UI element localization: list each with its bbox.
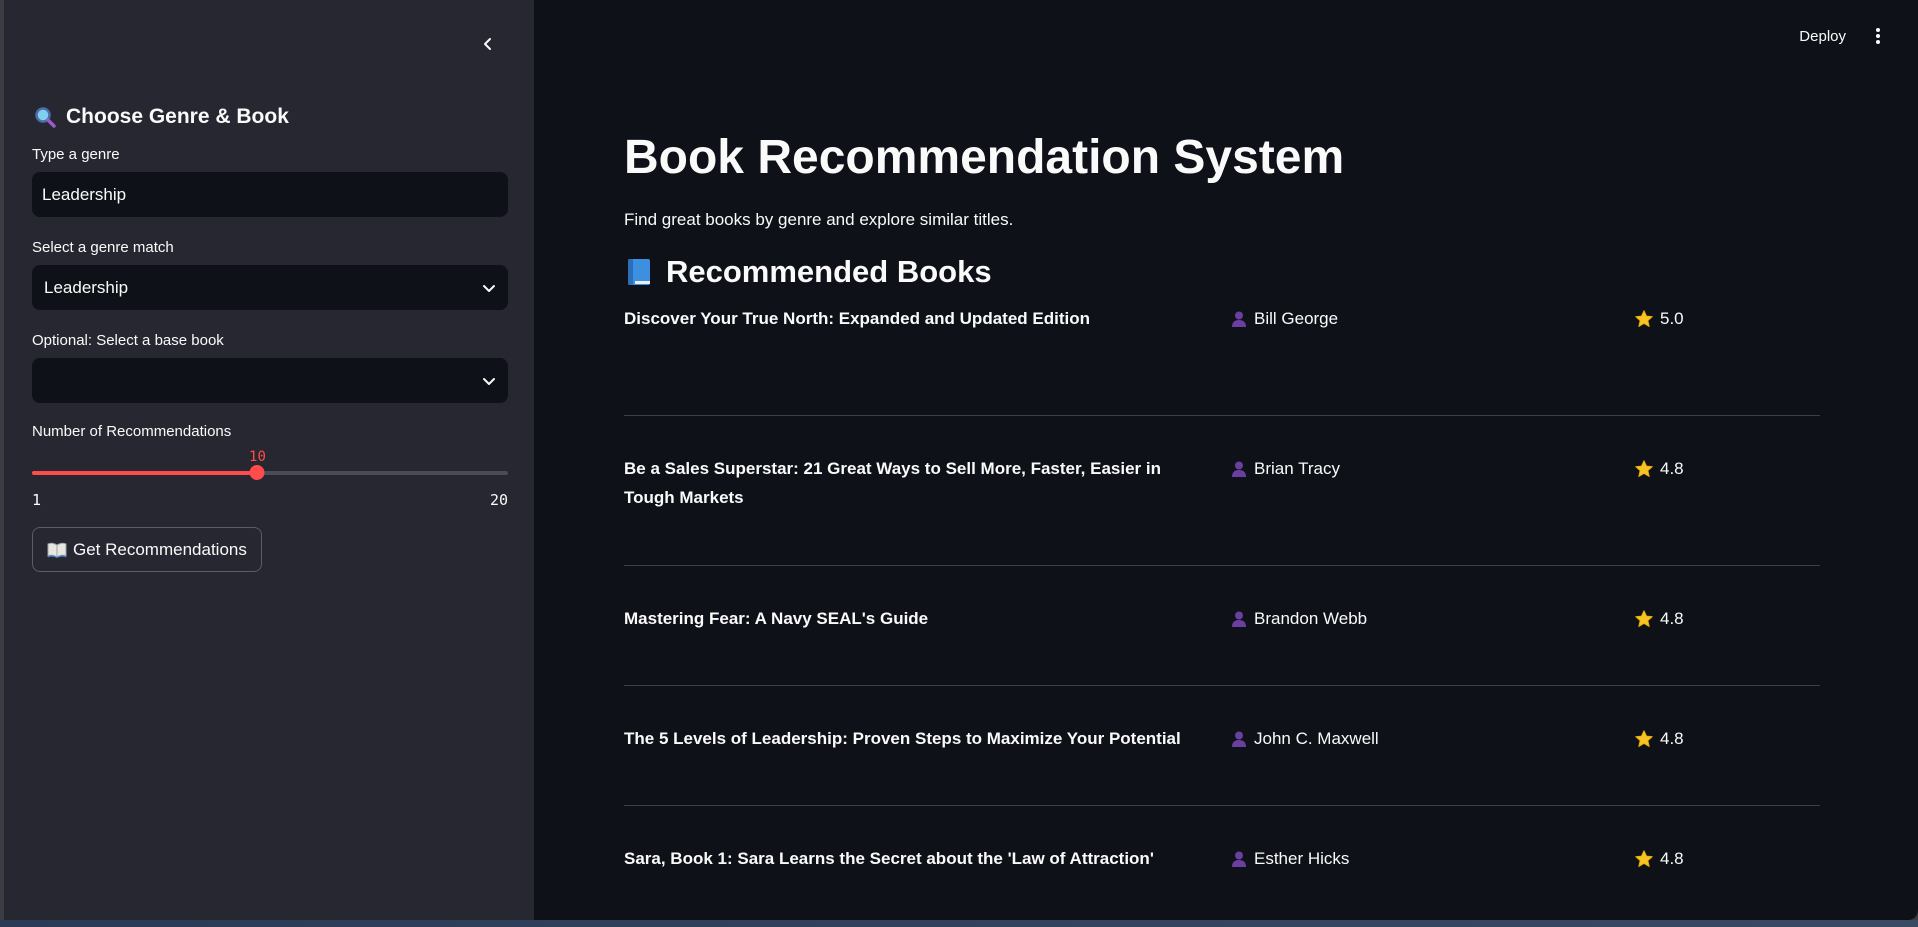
blue-book-icon — [628, 259, 650, 285]
book-rating-value: 4.8 — [1660, 609, 1684, 628]
sidebar-title: Choose Genre & Book — [32, 104, 508, 130]
book-rating-value: 4.8 — [1660, 459, 1684, 478]
book-rating: 4.8 — [1634, 454, 1684, 483]
book-author-name: Bill George — [1254, 309, 1339, 328]
chevron-down-icon — [483, 284, 495, 292]
person-icon — [1232, 311, 1246, 327]
genre-select-value: Leadership — [44, 277, 129, 297]
book-title: Be a Sales Superstar: 21 Great Ways to S… — [624, 459, 1161, 507]
book-rating-value: 5.0 — [1660, 309, 1684, 328]
page-title: Book Recommendation System — [624, 131, 1345, 184]
star-icon — [1635, 309, 1653, 327]
book-author: Bill George — [1230, 304, 1338, 333]
person-icon — [1232, 461, 1246, 477]
base-book-select[interactable] — [32, 358, 508, 403]
slider-max: 20 — [489, 491, 508, 509]
star-icon — [1635, 849, 1653, 867]
book-title: Discover Your True North: Expanded and U… — [624, 309, 1090, 328]
collapse-sidebar-button[interactable] — [474, 30, 502, 58]
sidebar-title-text: Choose Genre & Book — [66, 105, 289, 128]
vertical-dots-icon — [1876, 28, 1880, 44]
app-window: Choose Genre & Book Type a genre Leaders… — [0, 0, 1918, 920]
slider-value: 10 — [249, 449, 266, 465]
chevron-left-icon — [484, 38, 491, 50]
magnifier-icon — [32, 104, 58, 130]
book-rating: 4.8 — [1634, 844, 1684, 873]
genre-select[interactable]: Leadership — [32, 265, 508, 310]
book-title: The 5 Levels of Leadership: Proven Steps… — [624, 729, 1181, 748]
book-author-name: Brandon Webb — [1254, 609, 1368, 628]
person-icon — [1232, 731, 1246, 747]
page-subtitle: Find great books by genre and explore si… — [624, 210, 1014, 229]
sidebar-content: Choose Genre & Book Type a genre Leaders… — [32, 104, 508, 572]
book-title: Mastering Fear: A Navy SEAL's Guide — [624, 609, 929, 628]
star-icon — [1635, 729, 1653, 747]
book-author-name: Brian Tracy — [1254, 459, 1340, 478]
slider-track[interactable] — [32, 471, 508, 475]
taskbar-strip — [0, 920, 1918, 927]
sidebar: Choose Genre & Book Type a genre Leaders… — [0, 0, 534, 920]
genre-select-label: Select a genre match — [32, 239, 174, 256]
slider-fill — [32, 471, 258, 475]
book-rating-value: 4.8 — [1660, 729, 1684, 748]
book-author: Brian Tracy — [1230, 454, 1340, 483]
recommendations-slider[interactable]: 10 1 20 — [32, 449, 508, 515]
book-author: Esther Hicks — [1230, 844, 1349, 873]
main-menu-button[interactable] — [1868, 26, 1888, 46]
genre-input-label: Type a genre — [32, 146, 120, 163]
genre-input-value: Leadership — [42, 184, 127, 204]
slider-thumb[interactable] — [249, 465, 265, 480]
base-book-select-label: Optional: Select a base book — [32, 332, 224, 349]
get-recommendations-button[interactable]: Get Recommendations — [32, 527, 262, 572]
book-rating: 5.0 — [1634, 304, 1684, 333]
book-author-name: Esther Hicks — [1254, 849, 1350, 868]
topbar: Deploy — [1799, 26, 1888, 46]
person-icon — [1232, 851, 1246, 867]
book-title: Sara, Book 1: Sara Learns the Secret abo… — [624, 849, 1154, 868]
star-icon — [1635, 609, 1653, 627]
book-author: John C. Maxwell — [1230, 724, 1379, 753]
open-book-icon — [47, 542, 67, 558]
book-row: Be a Sales Superstar: 21 Great Ways to S… — [624, 416, 1820, 566]
book-list: Discover Your True North: Expanded and U… — [624, 296, 1820, 920]
slider-label: Number of Recommendations — [32, 423, 232, 440]
main-content: Book Recommendation System Find great bo… — [624, 128, 1820, 920]
book-author-name: John C. Maxwell — [1254, 729, 1379, 748]
book-rating: 4.8 — [1634, 604, 1684, 633]
book-rating: 4.8 — [1634, 724, 1684, 753]
get-recommendations-label: Get Recommendations — [73, 539, 247, 559]
book-author: Brandon Webb — [1230, 604, 1367, 633]
book-row: Discover Your True North: Expanded and U… — [624, 296, 1820, 416]
chevron-down-icon — [483, 377, 495, 385]
section-title-text: Recommended Books — [666, 254, 992, 289]
genre-input[interactable]: Leadership — [32, 172, 508, 217]
star-icon — [1635, 459, 1653, 477]
book-row: The 5 Levels of Leadership: Proven Steps… — [624, 686, 1820, 806]
person-icon — [1232, 611, 1246, 627]
book-row: Sara, Book 1: Sara Learns the Secret abo… — [624, 806, 1820, 920]
slider-min: 1 — [32, 491, 42, 509]
section-title: Recommended Books — [624, 254, 1820, 290]
main-area: Deploy Book Recommendation System Find g… — [534, 0, 1918, 920]
book-row: Mastering Fear: A Navy SEAL's Guide Brand… — [624, 566, 1820, 686]
book-rating-value: 4.8 — [1660, 849, 1684, 868]
deploy-button[interactable]: Deploy — [1799, 28, 1846, 45]
